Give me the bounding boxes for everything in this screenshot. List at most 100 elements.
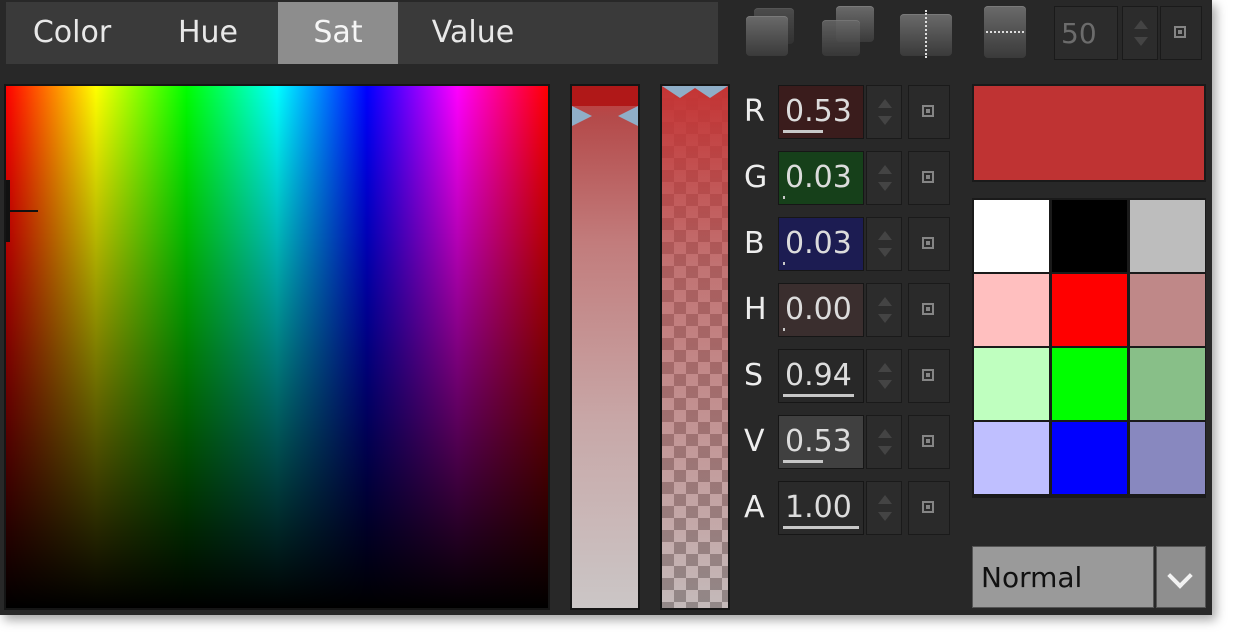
- size-number-field[interactable]: 50: [1054, 6, 1118, 60]
- blend-mode-select[interactable]: Normal: [972, 546, 1154, 608]
- stepper-up-icon[interactable]: [878, 429, 892, 438]
- slider-right-marker-icon[interactable]: [618, 106, 638, 126]
- tab-value[interactable]: Value: [398, 2, 548, 64]
- swatch[interactable]: [1052, 348, 1127, 420]
- stepper-up-icon[interactable]: [1134, 20, 1148, 29]
- reset-dot-icon: [1174, 26, 1186, 38]
- stepper-up-icon[interactable]: [878, 297, 892, 306]
- size-reset-button[interactable]: [1160, 6, 1202, 60]
- channel-value-bar: [783, 328, 785, 331]
- color-picker-panel: Color Hue Sat Value 50 R 0.53 G 0.03 B 0…: [0, 0, 1212, 615]
- swatch[interactable]: [1130, 200, 1205, 272]
- channel-value: 0.94: [785, 358, 852, 393]
- channel-input-b[interactable]: 0.03: [778, 217, 864, 271]
- channel-input-h[interactable]: 0.00: [778, 283, 864, 337]
- swatch[interactable]: [1130, 348, 1205, 420]
- channel-value-bar: [783, 460, 823, 463]
- channel-input-v[interactable]: 0.53: [778, 415, 864, 469]
- reset-dot-icon: [922, 237, 934, 249]
- swatch[interactable]: [974, 348, 1049, 420]
- saturation-slider[interactable]: [570, 84, 640, 610]
- channel-reset-button-r[interactable]: [908, 85, 950, 139]
- reset-dot-icon: [922, 369, 934, 381]
- swatch[interactable]: [974, 200, 1049, 272]
- swatch[interactable]: [1130, 274, 1205, 346]
- channel-value: 0.00: [785, 292, 852, 327]
- stepper-down-icon[interactable]: [878, 512, 892, 521]
- channel-reset-button-b[interactable]: [908, 217, 950, 271]
- channel-value: 0.03: [785, 160, 852, 195]
- tab-hue[interactable]: Hue: [138, 2, 278, 64]
- channel-reset-button-g[interactable]: [908, 151, 950, 205]
- stepper-down-icon[interactable]: [878, 116, 892, 125]
- horizontal-split-icon[interactable]: [984, 6, 1026, 58]
- channel-input-r[interactable]: 0.53: [778, 85, 864, 139]
- stacked-squares-icon[interactable]: [744, 6, 798, 58]
- channel-label-r: R: [744, 94, 765, 129]
- swatch[interactable]: [974, 422, 1049, 494]
- swatch[interactable]: [1052, 422, 1127, 494]
- overlap-squares-icon[interactable]: [822, 6, 876, 58]
- channel-reset-button-v[interactable]: [908, 415, 950, 469]
- channel-value: 0.53: [785, 424, 852, 459]
- tab-color[interactable]: Color: [6, 2, 138, 64]
- channel-label-s: S: [744, 358, 764, 393]
- channel-label-h: H: [744, 292, 767, 327]
- channel-value: 1.00: [785, 490, 852, 525]
- swatch[interactable]: [1052, 274, 1127, 346]
- channel-reset-button-a[interactable]: [908, 481, 950, 535]
- channel-input-a[interactable]: 1.00: [778, 481, 864, 535]
- channel-input-s[interactable]: 0.94: [778, 349, 864, 403]
- alpha-right-marker-icon[interactable]: [692, 86, 728, 98]
- channel-input-g[interactable]: 0.03: [778, 151, 864, 205]
- slider-left-marker-icon[interactable]: [572, 106, 592, 126]
- stepper-down-icon[interactable]: [878, 182, 892, 191]
- stepper-down-icon[interactable]: [1134, 37, 1148, 46]
- reset-dot-icon: [922, 435, 934, 447]
- channel-reset-button-s[interactable]: [908, 349, 950, 403]
- stepper-down-icon[interactable]: [878, 380, 892, 389]
- channel-label-g: G: [744, 160, 768, 195]
- stepper-down-icon[interactable]: [878, 446, 892, 455]
- saturation-color-field[interactable]: [4, 84, 550, 610]
- stepper-down-icon[interactable]: [878, 248, 892, 257]
- channel-value-bar: [783, 394, 854, 397]
- stepper-up-icon[interactable]: [878, 231, 892, 240]
- channel-stepper-v[interactable]: [866, 415, 902, 469]
- channel-value-bar: [783, 196, 785, 199]
- swatch[interactable]: [1130, 422, 1205, 494]
- stepper-down-icon[interactable]: [878, 314, 892, 323]
- channel-stepper-s[interactable]: [866, 349, 902, 403]
- chevron-down-icon: [1167, 563, 1193, 589]
- channel-value-bar: [783, 526, 859, 529]
- color-swatches: [972, 198, 1206, 498]
- size-stepper[interactable]: [1122, 6, 1158, 60]
- channel-stepper-a[interactable]: [866, 481, 902, 535]
- channel-stepper-g[interactable]: [866, 151, 902, 205]
- channel-value: 0.53: [785, 94, 852, 129]
- reset-dot-icon: [922, 105, 934, 117]
- slider-top-band: [572, 86, 638, 106]
- alpha-slider[interactable]: [660, 84, 730, 610]
- current-color-preview: [972, 84, 1206, 182]
- swatch[interactable]: [974, 274, 1049, 346]
- stepper-up-icon[interactable]: [878, 165, 892, 174]
- channel-stepper-r[interactable]: [866, 85, 902, 139]
- stepper-up-icon[interactable]: [878, 363, 892, 372]
- stepper-up-icon[interactable]: [878, 495, 892, 504]
- reset-dot-icon: [922, 303, 934, 315]
- field-cursor-horizontal[interactable]: [6, 210, 38, 212]
- channel-stepper-h[interactable]: [866, 283, 902, 337]
- channel-stepper-b[interactable]: [866, 217, 902, 271]
- tab-sat[interactable]: Sat: [278, 2, 398, 64]
- channel-reset-button-h[interactable]: [908, 283, 950, 337]
- tab-bar: Color Hue Sat Value: [6, 2, 718, 64]
- channel-label-a: A: [744, 490, 765, 525]
- swatch[interactable]: [1052, 200, 1127, 272]
- channel-label-v: V: [744, 424, 765, 459]
- vertical-split-icon[interactable]: [900, 6, 954, 58]
- channel-value-bar: [783, 130, 823, 133]
- channel-label-b: B: [744, 226, 765, 261]
- stepper-up-icon[interactable]: [878, 99, 892, 108]
- blend-mode-dropdown-button[interactable]: [1156, 546, 1206, 608]
